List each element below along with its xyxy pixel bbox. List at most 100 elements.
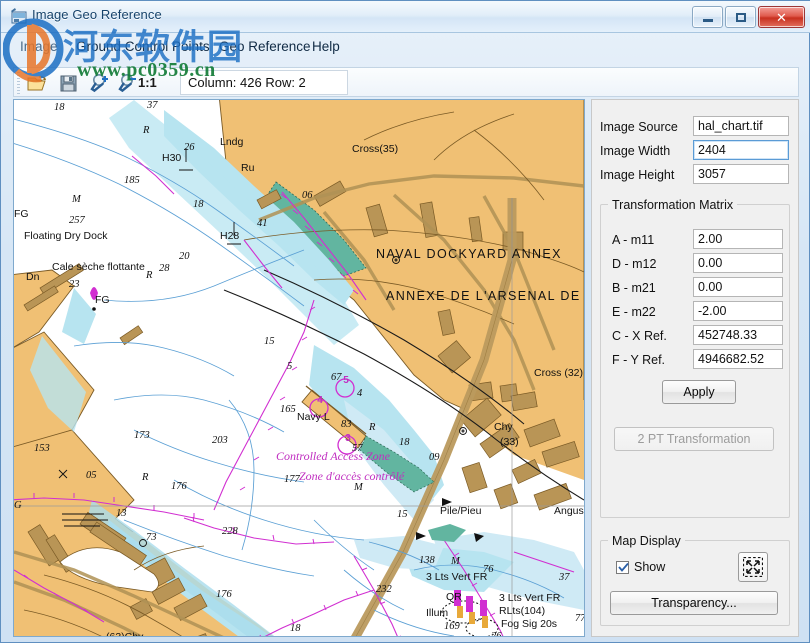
fit-to-window-icon[interactable] — [738, 552, 768, 582]
chart-label: R — [141, 472, 149, 483]
chart-label: 138 — [419, 555, 436, 566]
chart-label: Dn — [26, 271, 40, 283]
check-icon — [618, 562, 629, 572]
minimize-button[interactable] — [692, 6, 723, 28]
chart-label: Chy — [494, 421, 513, 433]
chart-label: 185 — [124, 175, 140, 186]
chart-label: 41 — [257, 218, 268, 229]
chart-label: 67 — [331, 372, 342, 383]
matrix-input-a-m11[interactable]: 2.00 — [693, 229, 783, 249]
chart-label: H28 — [220, 230, 239, 242]
title-bar: Image Geo Reference ✕ — [1, 1, 810, 33]
window-title: Image Geo Reference — [32, 7, 162, 22]
matrix-input-f-y-ref[interactable]: 4946682.52 — [693, 349, 783, 369]
matrix-input-b-m21[interactable]: 0.00 — [693, 277, 783, 297]
zoom-in-icon[interactable] — [90, 72, 114, 94]
save-disk-icon[interactable] — [57, 72, 81, 94]
chart-label: Fog Sig 20s — [501, 618, 557, 630]
zoom-ratio-label[interactable]: 1:1 — [138, 75, 157, 90]
chart-label: 18 — [193, 199, 204, 210]
two-pt-transformation-button[interactable]: 2 PT Transformation — [614, 427, 774, 451]
chart-label: R — [368, 422, 376, 433]
matrix-label-f-y-ref: F - Y Ref. — [612, 353, 666, 367]
maximize-button[interactable] — [725, 6, 756, 28]
chart-label: 15 — [264, 336, 275, 347]
chart-label: 5 — [343, 375, 349, 386]
chart-label: RLts(104) — [499, 605, 545, 617]
chart-label: R — [145, 270, 153, 281]
chart-label: H30 — [162, 152, 181, 164]
matrix-label-d-m12: D - m12 — [612, 257, 657, 271]
menu-help[interactable]: Help — [307, 37, 345, 56]
matrix-label-e-m22: E - m22 — [612, 305, 656, 319]
chart-label: 165 — [280, 404, 296, 415]
georeference-settings-panel: Image Source hal_chart.tif Image Width 2… — [591, 99, 799, 637]
chart-label: 177 — [284, 474, 301, 485]
chart-label: 06 — [302, 190, 313, 201]
chart-label: Navy L — [297, 411, 330, 423]
chart-label: 169 — [444, 621, 461, 632]
menu-image[interactable]: Image — [15, 37, 63, 56]
chart-label: 20 — [179, 251, 190, 262]
chart-label: 228 — [222, 526, 239, 537]
transparency-button[interactable]: Transparency... — [610, 591, 778, 615]
chart-label: 176 — [171, 481, 188, 492]
matrix-label-a-m11: A - m11 — [612, 233, 655, 247]
chart-label: (63)Chy — [106, 631, 144, 636]
open-folder-icon[interactable] — [26, 72, 50, 94]
image-width-input[interactable]: 2404 — [693, 140, 789, 160]
chart-label: 203 — [212, 435, 228, 446]
nautical-chart-image[interactable]: Cross(35) Lndg Ru 06 37 26 H30 18 R 18 185 M 257 FG Fl… — [14, 100, 584, 636]
chart-label: 73 — [146, 532, 157, 543]
window-controls: ✕ — [692, 6, 805, 28]
toolbar-grip[interactable] — [17, 72, 20, 94]
close-icon: ✕ — [776, 9, 787, 25]
map-display-title: Map Display — [608, 534, 685, 548]
image-source-input[interactable]: hal_chart.tif — [693, 116, 789, 136]
chart-label: 09 — [429, 452, 440, 463]
chart-label: Cross(35) — [352, 143, 398, 155]
menu-geo-reference[interactable]: Geo Reference — [214, 37, 316, 56]
chart-label: 5 — [287, 361, 292, 372]
close-button[interactable]: ✕ — [758, 6, 805, 28]
chart-label: NAVAL DOCKYARD ANNEX — [376, 247, 562, 261]
chart-label: M — [450, 556, 461, 567]
chart-label: 4 — [317, 395, 323, 406]
chart-label: G — [14, 500, 22, 511]
app-geo-icon — [10, 8, 28, 25]
transformation-matrix-title: Transformation Matrix — [608, 198, 738, 212]
show-checkbox[interactable] — [616, 561, 629, 574]
chart-label: R — [142, 125, 150, 136]
chart-label: M — [71, 194, 82, 205]
chart-label: QR — [446, 591, 462, 603]
chart-label: 3 Lts Vert FR — [426, 571, 488, 583]
chart-label: 13 — [116, 508, 127, 519]
apply-button[interactable]: Apply — [662, 380, 736, 404]
image-height-label: Image Height — [600, 168, 675, 182]
application-window: Image Geo Reference ✕ Image Ground Contr… — [0, 0, 810, 643]
chart-label: 176 — [216, 589, 233, 600]
chart-label: 37 — [558, 572, 570, 583]
menu-ground-control-points[interactable]: Ground Control Points — [71, 37, 215, 56]
chart-label: 26 — [491, 631, 502, 636]
image-source-label: Image Source — [600, 120, 678, 134]
chart-label: 3 Lts Vert FR — [499, 592, 561, 604]
chart-label: 18 — [54, 102, 65, 113]
chart-label: M — [353, 482, 364, 493]
matrix-input-e-m22[interactable]: -2.00 — [693, 301, 783, 321]
chart-label: (33) — [500, 436, 519, 448]
map-viewport[interactable]: Cross(35) Lndg Ru 06 37 26 H30 18 R 18 185 M 257 FG Fl… — [13, 99, 585, 637]
matrix-label-b-m21: B - m21 — [612, 281, 656, 295]
chart-label: 37 — [146, 100, 158, 111]
show-checkbox-label[interactable]: Show — [634, 560, 665, 574]
matrix-input-c-x-ref[interactable]: 452748.33 — [693, 325, 783, 345]
chart-label: 28 — [159, 263, 170, 274]
chart-label: 257 — [69, 215, 86, 226]
chart-label: 153 — [34, 443, 50, 454]
image-width-label: Image Width — [600, 144, 671, 158]
image-height-input[interactable]: 3057 — [693, 164, 789, 184]
matrix-input-d-m12[interactable]: 0.00 — [693, 253, 783, 273]
chart-label: FG — [95, 294, 110, 306]
chart-graphic: Cross(35)LndgRu063726H3018R18185M257FGFl… — [14, 100, 584, 636]
chart-label: 77 — [575, 613, 584, 624]
